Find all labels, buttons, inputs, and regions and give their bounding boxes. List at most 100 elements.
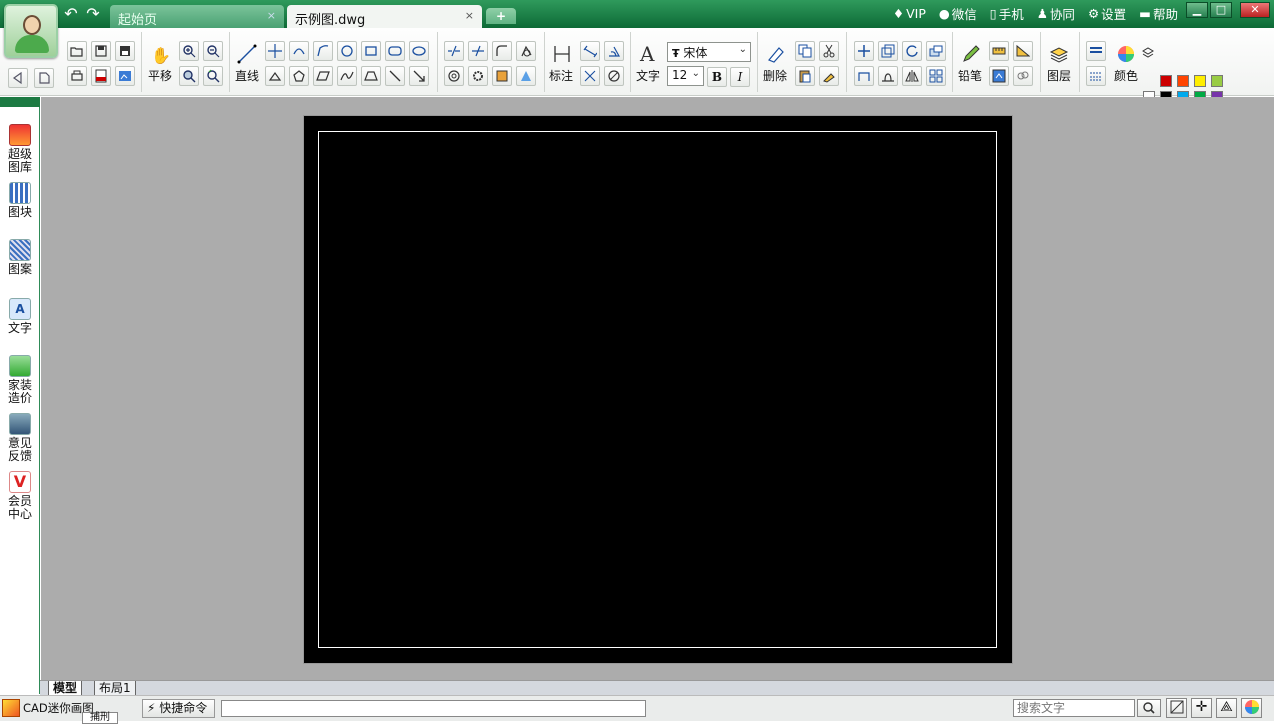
color-swatch[interactable]	[1160, 75, 1172, 87]
radius-dim-icon[interactable]	[580, 66, 600, 86]
rounded-rectangle-icon[interactable]	[385, 41, 405, 61]
line-type-icon[interactable]	[1086, 66, 1106, 86]
color-label[interactable]: 颜色	[1114, 67, 1138, 84]
undo-icon[interactable]: ↶	[62, 6, 80, 22]
circle-icon[interactable]	[337, 41, 357, 61]
pan-hand-icon[interactable]: ✋	[151, 46, 171, 66]
extend-icon[interactable]	[468, 41, 488, 61]
scale-icon[interactable]	[878, 41, 898, 61]
sidebar-item-feedback[interactable]: 意见 反馈	[0, 413, 40, 463]
page-icon[interactable]	[34, 68, 54, 88]
help-link[interactable]: ▬ 帮助	[1139, 4, 1178, 23]
rectangle-icon[interactable]	[361, 41, 381, 61]
color-swatch[interactable]	[1211, 75, 1223, 87]
print-icon[interactable]	[67, 66, 87, 86]
sidebar-item-text[interactable]: A 文字	[0, 298, 40, 335]
font-size-select[interactable]: 12 ⌄	[667, 66, 704, 86]
move-icon[interactable]	[854, 41, 874, 61]
search-button[interactable]	[1137, 699, 1161, 717]
vip-link[interactable]: ♦ VIP	[893, 4, 926, 23]
paste-icon[interactable]	[795, 66, 815, 86]
pencil-label[interactable]: 铅笔	[958, 67, 982, 84]
chamfer-icon[interactable]	[516, 41, 536, 61]
layer-stack-icon[interactable]	[1142, 47, 1154, 62]
layers-icon[interactable]	[1049, 44, 1069, 67]
phone-link[interactable]: ▯ 手机	[990, 4, 1024, 23]
zoom-in-icon[interactable]	[179, 41, 199, 61]
tab-close-icon[interactable]: ×	[267, 9, 276, 22]
donut-icon[interactable]	[444, 66, 464, 86]
sidebar-item-vip[interactable]: V 会员 中心	[0, 471, 40, 521]
open-file-icon[interactable]	[67, 41, 87, 61]
user-avatar[interactable]	[4, 4, 58, 58]
text-label[interactable]: 文字	[636, 67, 660, 84]
sidebar-item-blocks[interactable]: 图块	[0, 182, 40, 219]
tab-model[interactable]: 模型	[48, 681, 83, 696]
font-select[interactable]: Ŧ 宋体 ⌄	[667, 42, 751, 62]
zoom-window-icon[interactable]	[179, 66, 199, 86]
arrow-line-icon[interactable]	[409, 66, 429, 86]
copy-icon[interactable]	[795, 41, 815, 61]
trapezoid-icon[interactable]	[361, 66, 381, 86]
save-icon[interactable]	[91, 41, 111, 61]
hatch-fill-icon[interactable]	[492, 66, 512, 86]
parallelogram-icon[interactable]	[313, 66, 333, 86]
ortho-mode-button[interactable]: ✛	[1191, 698, 1212, 718]
angle-dim-icon[interactable]	[604, 41, 624, 61]
construction-line-icon[interactable]	[265, 41, 285, 61]
offset-icon[interactable]	[854, 66, 874, 86]
minimize-button[interactable]: ▁	[1186, 2, 1208, 18]
diameter-dim-icon[interactable]	[604, 66, 624, 86]
stretch-icon[interactable]	[926, 41, 946, 61]
trim-icon[interactable]	[444, 41, 464, 61]
sidebar-item-gallery[interactable]: 超级 图库	[0, 124, 40, 174]
snap-mode-button[interactable]	[1166, 698, 1187, 718]
command-input[interactable]	[221, 700, 646, 717]
gear-shape-icon[interactable]	[468, 66, 488, 86]
sidebar-item-home-cost[interactable]: 家装 造价	[0, 355, 40, 405]
measure-distance-icon[interactable]	[989, 41, 1009, 61]
eraser-icon[interactable]	[765, 44, 785, 67]
maximize-button[interactable]: □	[1210, 2, 1232, 18]
aligned-dim-icon[interactable]	[580, 41, 600, 61]
insert-image-icon[interactable]	[989, 66, 1009, 86]
cut-icon[interactable]	[819, 41, 839, 61]
array-arc-icon[interactable]	[878, 66, 898, 86]
polyline-icon[interactable]	[313, 41, 333, 61]
dimension-label[interactable]: 标注	[549, 67, 573, 84]
tab-start-page[interactable]: 起始页 ×	[110, 5, 284, 28]
rotate-icon[interactable]	[902, 41, 922, 61]
tab-close-icon[interactable]: ×	[465, 9, 474, 22]
tab-layout1[interactable]: 布局1	[94, 681, 136, 696]
color-wheel-icon[interactable]	[1117, 45, 1135, 66]
color-swatch[interactable]	[1194, 75, 1206, 87]
mirror-icon[interactable]	[902, 66, 922, 86]
zoom-out-icon[interactable]	[203, 41, 223, 61]
wechat-link[interactable]: ● 微信	[939, 4, 977, 23]
tab-drawing-file[interactable]: 示例图.dwg ×	[287, 5, 482, 28]
diagonal-line-icon[interactable]	[385, 66, 405, 86]
cloud-markup-icon[interactable]	[1013, 66, 1033, 86]
export-pdf-icon[interactable]	[91, 66, 111, 86]
gradient-fill-icon[interactable]	[516, 66, 536, 86]
color-swatch[interactable]	[1177, 75, 1189, 87]
match-properties-icon[interactable]	[819, 66, 839, 86]
quick-command-button[interactable]: ⚡ 快捷命令	[142, 699, 215, 718]
pencil-icon[interactable]	[961, 44, 981, 67]
export-image-icon[interactable]	[115, 66, 135, 86]
delete-label[interactable]: 删除	[763, 67, 787, 84]
ellipse-icon[interactable]	[409, 41, 429, 61]
close-button[interactable]: ✕	[1240, 2, 1270, 18]
search-text-input[interactable]: 搜索文字	[1013, 699, 1135, 717]
text-tool-icon[interactable]: A	[640, 42, 654, 66]
new-tab-button[interactable]: +	[486, 8, 516, 24]
measure-area-icon[interactable]	[1013, 41, 1033, 61]
color-theme-button[interactable]	[1241, 698, 1262, 718]
line-tool-icon[interactable]	[237, 44, 257, 67]
line-weight-icon[interactable]	[1086, 41, 1106, 61]
bold-button[interactable]: B	[707, 67, 727, 87]
spline-icon[interactable]	[337, 66, 357, 86]
fillet-icon[interactable]	[492, 41, 512, 61]
arc-icon[interactable]	[289, 41, 309, 61]
pentagon-icon[interactable]	[289, 66, 309, 86]
